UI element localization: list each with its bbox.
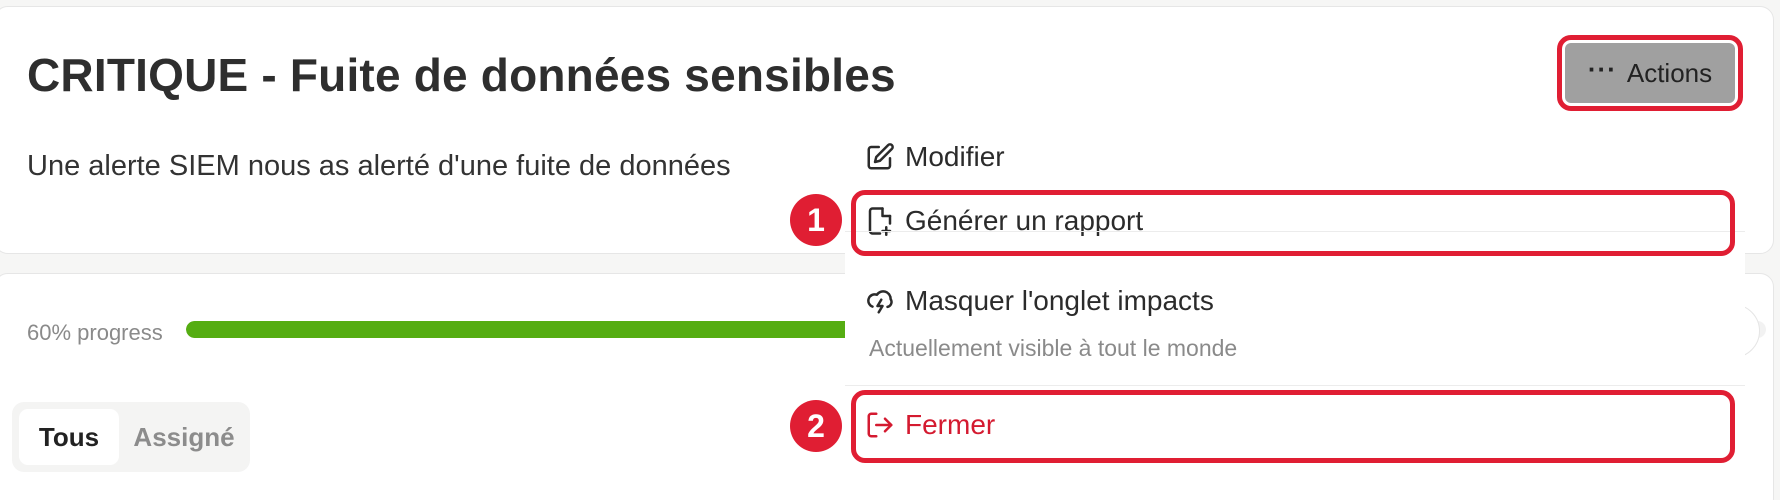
menu-item-label: Modifier (905, 141, 1005, 172)
menu-item-hide-impacts-tab[interactable]: Masquer l'onglet impacts (865, 285, 1214, 317)
tab-all[interactable]: Tous (19, 409, 119, 465)
menu-item-label: Masquer l'onglet impacts (905, 285, 1214, 316)
step-badge-2: 2 (790, 400, 842, 452)
filter-tabs: Tous Assigné (12, 402, 250, 472)
edit-icon (867, 143, 894, 170)
menu-divider (845, 385, 1745, 386)
step-badge-1: 1 (790, 194, 842, 246)
page: CRITIQUE - Fuite de données sensibles Un… (0, 0, 1780, 500)
menu-item-modify[interactable]: Modifier (865, 141, 1005, 173)
incident-description: Une alerte SIEM nous as alerté d'une fui… (27, 150, 731, 182)
cloud-lightning-icon (867, 290, 893, 314)
highlight-generate-report (851, 190, 1735, 256)
page-title: CRITIQUE - Fuite de données sensibles (27, 49, 896, 101)
highlight-close (851, 390, 1735, 463)
progress-label: 60% progress (27, 320, 163, 345)
highlight-actions-button (1557, 35, 1743, 111)
menu-item-sublabel: Actuellement visible à tout le monde (869, 335, 1238, 361)
tab-assigned[interactable]: Assigné (124, 409, 244, 465)
